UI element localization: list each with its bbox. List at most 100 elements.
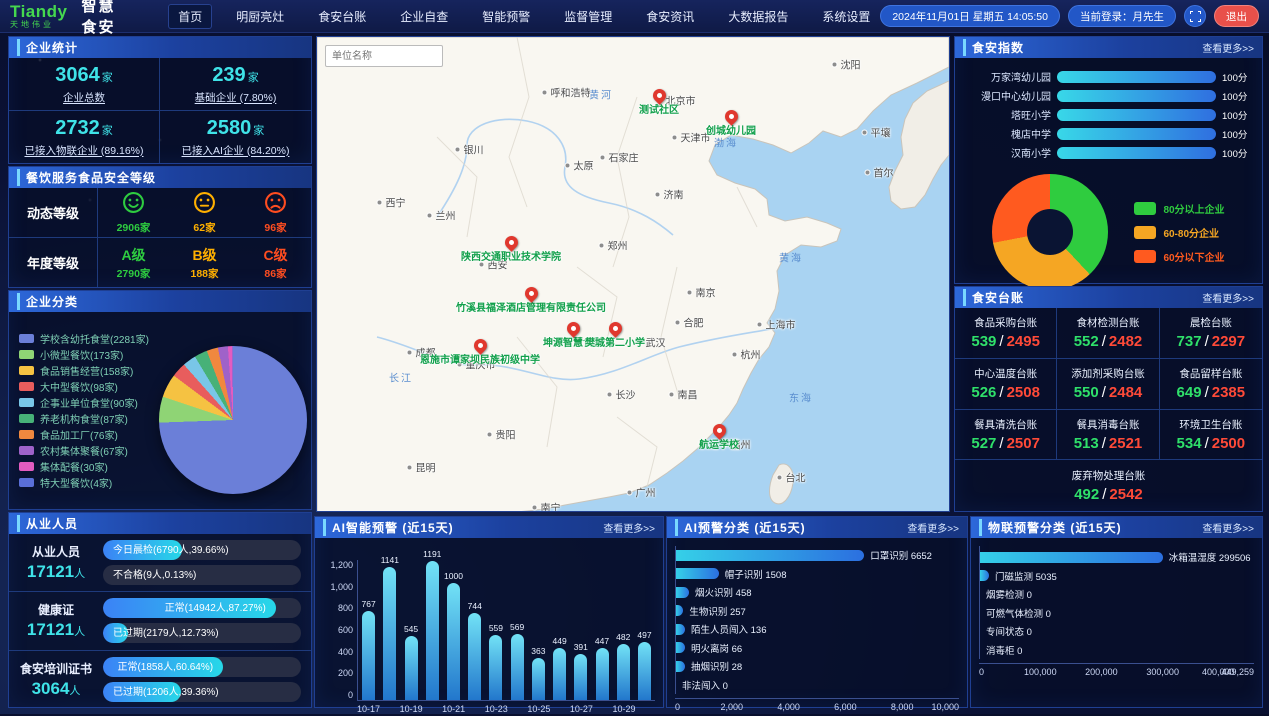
index-row-5: 汉南小学100分: [959, 143, 1254, 162]
nav-tab-9[interactable]: 系统设置: [812, 4, 880, 29]
main-nav: 首页明厨亮灶食安台账企业自查智能预警监督管理食安资讯大数据报告系统设置: [168, 4, 880, 29]
legend-item-2: 小微型餐饮(173家): [19, 346, 149, 362]
bar-column-9: 363: [528, 646, 549, 700]
legend-swatch: [19, 430, 34, 439]
progress-label: 已过期(1206人,39.36%): [113, 682, 219, 702]
hbar-label: 帽子识别 1508: [725, 567, 787, 581]
map-marker-1[interactable]: 测试社区: [639, 89, 679, 116]
panel-title: AI智能预警 (近15天): [323, 519, 454, 536]
logo-subtext: 天地伟业: [10, 21, 67, 29]
view-more-link[interactable]: 查看更多>>: [1202, 290, 1254, 305]
x-axis-label: 10-19: [400, 704, 423, 714]
view-more-link[interactable]: 查看更多>>: [1202, 520, 1254, 535]
index-row-3: 塔旺小学100分: [959, 105, 1254, 124]
map-city-label: 呼和浩特: [542, 85, 591, 100]
x-axis-label: [593, 704, 613, 714]
stat-cell-1: 3064家企业总数: [9, 58, 160, 111]
hbar: [676, 642, 685, 653]
panel-staff: 从业人员 从业人员17121人今日晨检(6790人,39.66%)不合格(9人,…: [8, 512, 312, 708]
map-marker-3[interactable]: 陕西交通职业技术学院: [461, 236, 561, 263]
legend-label: 企事业单位食堂(90家): [40, 395, 138, 410]
panel-ai-warning: AI智能预警 (近15天) 查看更多>> 1,2001,000800600400…: [314, 516, 664, 708]
map-city-label: 台北: [777, 470, 806, 485]
bar: [447, 583, 460, 700]
x-axis-tick: 8,000: [891, 702, 914, 712]
map-city-label: 济南: [655, 187, 684, 202]
x-axis-tick: 6,000: [834, 702, 857, 712]
hbar-label: 专间状态 0: [986, 624, 1032, 638]
stat-label: 企业总数: [63, 90, 105, 105]
ledger-values: 526/2508: [971, 384, 1040, 401]
x-axis-tick: 0: [979, 667, 984, 677]
level-row-label: 年度等级: [9, 238, 98, 287]
view-more-link[interactable]: 查看更多>>: [907, 520, 959, 535]
stat-label: 已接入物联企业 (89.16%): [24, 143, 143, 158]
level-cell-1-3: 96家: [240, 188, 311, 237]
index-score-value: 100分: [1216, 146, 1254, 160]
bar: [489, 635, 502, 700]
logout-button[interactable]: 退出: [1214, 5, 1259, 27]
stat-cell-3: 2732家已接入物联企业 (89.16%): [9, 111, 160, 163]
bar: [383, 567, 396, 700]
progress-label: 今日晨检(6790人,39.66%): [113, 540, 229, 560]
x-axis-label: [380, 704, 400, 714]
nav-tab-1[interactable]: 首页: [168, 4, 212, 29]
china-map[interactable]: 沈阳呼和浩特北京市天津市平壤首尔银川石家庄太原济南西宁兰州郑州西安南京上海市合肥…: [316, 36, 950, 512]
grade-count: 2906家: [117, 220, 151, 235]
current-user-display: 当前登录：月先生: [1068, 5, 1176, 27]
view-more-link[interactable]: 查看更多>>: [603, 520, 655, 535]
legend-swatch: [19, 462, 34, 471]
nav-tab-6[interactable]: 监督管理: [554, 4, 622, 29]
search-input[interactable]: [325, 45, 443, 67]
fullscreen-button[interactable]: [1184, 5, 1206, 27]
map-marker-4[interactable]: 竹溪县福泽酒店管理有限责任公司: [456, 287, 606, 314]
progress-track: 正常(1858人,60.64%): [103, 657, 301, 677]
nav-tab-8[interactable]: 大数据报告: [718, 4, 798, 29]
map-marker-2[interactable]: 创城幼儿园: [706, 110, 756, 137]
ledger-cell-3: 晨检台账737/2297: [1160, 308, 1262, 359]
neutral-face-icon: [193, 191, 216, 219]
panel-title: 餐饮服务食品安全等级: [17, 169, 156, 186]
ledger-cell-2: 食材检测台账552/2482: [1057, 308, 1159, 359]
view-more-link[interactable]: 查看更多>>: [1202, 40, 1254, 55]
panel-food-index: 食安指数 查看更多>> 万家湾幼儿园100分漫口中心幼儿园100分塔旺小学100…: [954, 36, 1263, 284]
map-water-label: 长江: [389, 370, 413, 385]
bar-value-label: 482: [616, 632, 630, 642]
staff-info: 健康证17121人: [9, 601, 103, 640]
stat-label: 已接入AI企业 (84.20%): [182, 143, 290, 158]
bar-column-10: 449: [549, 636, 570, 700]
donut-legend-swatch: [1134, 250, 1156, 263]
nav-tab-7[interactable]: 食安资讯: [636, 4, 704, 29]
hbar-label: 明火离岗 66: [691, 641, 742, 655]
map-marker-7[interactable]: 恩施市谭家坝民族初级中学: [420, 339, 540, 366]
nav-tab-5[interactable]: 智能预警: [472, 4, 540, 29]
progress-label: 不合格(9人,0.13%): [113, 565, 196, 585]
stat-cell-2: 239家基础企业 (7.80%): [160, 58, 311, 111]
ledger-label: 中心温度台账: [974, 366, 1037, 381]
x-axis-label: [423, 704, 443, 714]
map-city-label: 南京: [687, 285, 716, 300]
hbar-row-8: 非法闯入 0: [676, 676, 959, 695]
progress-label: 正常(14942人,87.27%): [165, 598, 266, 618]
nav-tab-3[interactable]: 食安台账: [308, 4, 376, 29]
legend-item-5: 企事业单位食堂(90家): [19, 394, 149, 410]
ledger-cell-1: 食品采购台账539/2495: [955, 308, 1057, 359]
ai-category-bar-chart: 口罩识别 6652帽子识别 1508烟火识别 458生物识别 257陌生人员闯入…: [667, 538, 967, 713]
legend-label: 食品销售经营(158家): [40, 363, 133, 378]
bar-value-label: 767: [362, 599, 376, 609]
grade-count: 86家: [264, 266, 286, 281]
index-score-value: 100分: [1216, 127, 1254, 141]
panel-iot-category: 物联预警分类 (近15天) 查看更多>> 冰箱温湿度 299506门磁监测 50…: [970, 516, 1263, 708]
y-axis-tick: 1,000: [321, 582, 353, 592]
map-marker-8[interactable]: 航运学校: [699, 424, 739, 451]
nav-tab-2[interactable]: 明厨亮灶: [226, 4, 294, 29]
map-city-label: 银川: [455, 142, 484, 157]
level-row-1: 动态等级2906家62家96家: [9, 188, 311, 238]
map-city-label: 天津市: [672, 130, 711, 145]
level-row-2: 年度等级A级2790家B级188家C级86家: [9, 238, 311, 287]
ledger-label: 食品采购台账: [974, 315, 1037, 330]
map-marker-6[interactable]: 樊城第二小学: [585, 322, 645, 349]
nav-tab-4[interactable]: 企业自查: [390, 4, 458, 29]
index-score-value: 100分: [1216, 108, 1254, 122]
map-city-label: 南昌: [669, 387, 698, 402]
